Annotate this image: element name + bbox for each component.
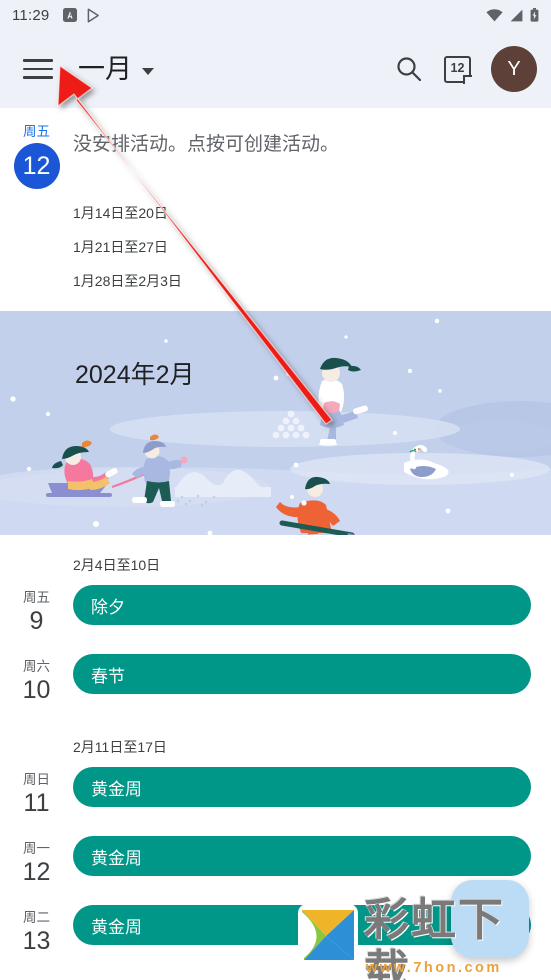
event-date-column: 周五 9 bbox=[0, 585, 73, 636]
avatar[interactable]: Y bbox=[491, 46, 537, 92]
app-bar-actions: 12 Y bbox=[394, 46, 537, 92]
search-icon[interactable] bbox=[394, 54, 424, 84]
event-day-number: 13 bbox=[22, 927, 51, 956]
january-empty-weeks: 1月14日至20日 1月21日至27日 1月28日至2月3日 bbox=[0, 189, 551, 291]
android-auto-icon bbox=[63, 8, 78, 22]
week-range-label: 2月4日至10日 bbox=[73, 557, 161, 574]
month-title-dropdown[interactable]: 一月 bbox=[78, 53, 154, 84]
event-chip[interactable]: 除夕 bbox=[73, 585, 531, 626]
event-weekday-label: 周二 bbox=[23, 910, 50, 926]
winter-ice-skating-illustration bbox=[0, 311, 551, 536]
week-range-label: 1月28日至2月3日 bbox=[73, 273, 182, 290]
event-body: 除夕 bbox=[73, 585, 551, 626]
event-day-number: 11 bbox=[23, 789, 50, 818]
week-range-label: 1月14日至20日 bbox=[73, 205, 168, 222]
event-chip[interactable]: 黄金周 bbox=[73, 767, 531, 808]
chevron-down-icon bbox=[142, 67, 154, 75]
page-title: 一月 bbox=[78, 53, 132, 84]
event-date-column: 周日 11 bbox=[0, 767, 73, 818]
app-bar: 一月 12 Y bbox=[0, 30, 551, 108]
event-body: 春节 bbox=[73, 654, 551, 695]
event-chip[interactable]: 黄金周 bbox=[73, 836, 531, 877]
watermark: 彩虹下载 www.7hon.com bbox=[290, 886, 551, 980]
event-weekday-label: 周五 bbox=[23, 590, 50, 606]
event-day-number: 9 bbox=[29, 607, 44, 636]
event-weekday-label: 周六 bbox=[23, 659, 50, 675]
event-day-number: 10 bbox=[22, 676, 51, 705]
hamburger-menu-icon[interactable] bbox=[18, 49, 58, 89]
status-bar-notification-icons bbox=[63, 7, 101, 23]
event-weekday-label: 周一 bbox=[23, 841, 50, 857]
agenda-event-row[interactable]: 周六 10 春节 bbox=[0, 654, 551, 705]
no-events-message: 没安排活动。点按可创建活动。 bbox=[73, 134, 340, 155]
agenda-today-row[interactable]: 周五 12 没安排活动。点按可创建活动。 bbox=[0, 108, 551, 190]
today-date-badge: 12 bbox=[13, 143, 60, 190]
status-bar-system-icons bbox=[486, 8, 539, 22]
february-week-section: 2月4日至10日 周五 9 除夕 周六 10 春节 bbox=[0, 535, 551, 705]
wifi-icon bbox=[486, 8, 503, 21]
play-store-icon bbox=[88, 7, 100, 23]
watermark-logo-icon bbox=[298, 904, 358, 964]
event-date-column: 周六 10 bbox=[0, 654, 73, 705]
cellular-signal-icon bbox=[510, 9, 523, 21]
event-body: 黄金周 bbox=[73, 767, 551, 808]
today-weekday-label: 周五 bbox=[23, 124, 50, 139]
battery-charging-icon bbox=[530, 8, 539, 22]
event-chip[interactable]: 春节 bbox=[73, 654, 531, 695]
status-bar: 11:29 bbox=[0, 0, 551, 30]
watermark-url: www.7hon.com bbox=[366, 960, 502, 976]
phone-screen: 11:29 一月 12 Y 周五 12 没安排活动。点按可创建活动。 1月14日… bbox=[0, 0, 551, 980]
event-weekday-label: 周日 bbox=[23, 772, 50, 788]
banner-month-title: 2024年2月 bbox=[75, 361, 195, 390]
event-date-column: 周二 13 bbox=[0, 905, 73, 956]
event-date-column: 周一 12 bbox=[0, 836, 73, 887]
event-day-number: 12 bbox=[22, 858, 51, 887]
today-date-column: 周五 12 bbox=[0, 120, 73, 190]
calendar-today-icon[interactable]: 12 bbox=[444, 55, 472, 84]
agenda-event-row[interactable]: 周五 9 除夕 bbox=[0, 585, 551, 636]
week-range-label: 2月11日至17日 bbox=[73, 739, 167, 756]
event-body: 黄金周 bbox=[73, 836, 551, 877]
agenda-scroll-area[interactable]: 周五 12 没安排活动。点按可创建活动。 1月14日至20日 1月21日至27日… bbox=[0, 108, 551, 980]
week-range-label: 1月21日至27日 bbox=[73, 239, 168, 256]
today-body: 没安排活动。点按可创建活动。 bbox=[73, 120, 551, 159]
month-banner: 2024年2月 bbox=[0, 311, 551, 536]
calendar-today-fold bbox=[463, 74, 472, 84]
status-bar-clock: 11:29 bbox=[12, 6, 50, 24]
agenda-event-row[interactable]: 周日 11 黄金周 bbox=[0, 767, 551, 818]
